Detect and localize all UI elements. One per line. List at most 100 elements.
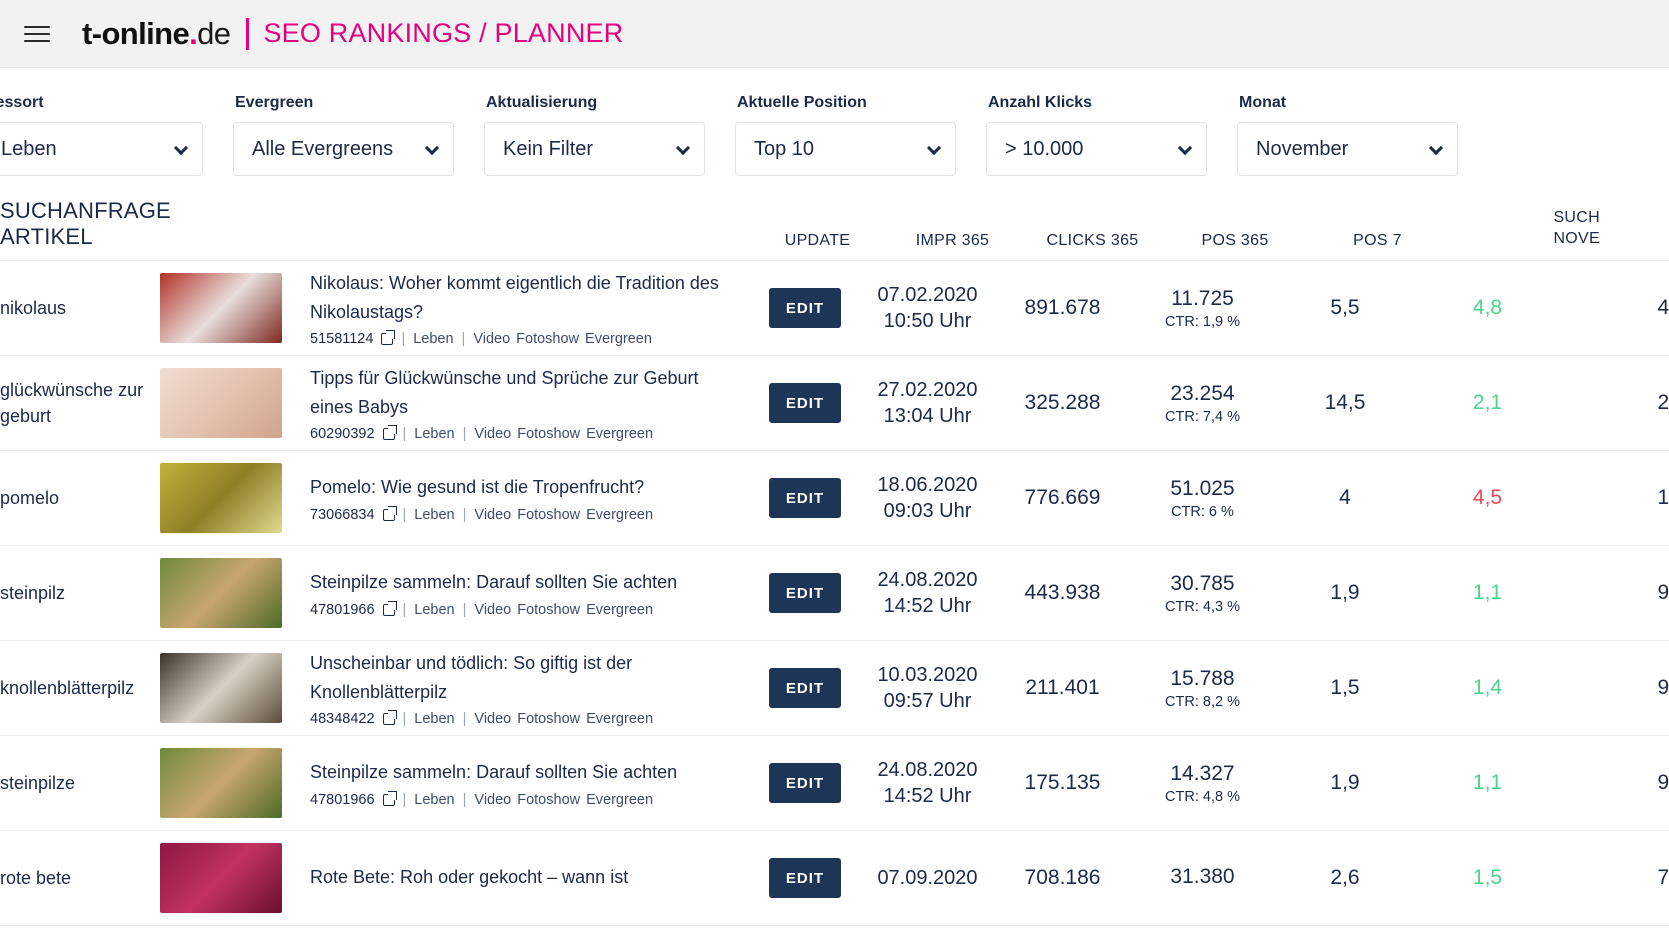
article-id[interactable]: 73066834 [310,507,375,523]
edit-button[interactable]: EDIT [769,763,841,803]
table-row[interactable]: steinpilz Steinpilze sammeln: Darauf soll… [0,546,1669,641]
cell-article: Unscheinbar und tödlich: So giftig ist d… [310,649,750,727]
filter-label: Aktuelle Position [737,94,867,111]
table-row[interactable]: glückwünsche zur geburt Tipps für Glückwü… [0,356,1669,451]
filter-label: Aktualisierung [486,94,598,111]
edit-button[interactable]: EDIT [769,668,841,708]
article-title-link[interactable]: Steinpilze sammeln: Darauf sollten Sie a… [310,568,724,597]
article-id[interactable]: 47801966 [310,602,375,618]
update-time: 09:03 Uhr [883,500,972,522]
external-link-icon[interactable] [382,710,397,726]
clicks-value: 15.788 [1170,666,1235,690]
cell-thumbnail [160,273,310,343]
update-time: 14:52 Uhr [883,785,972,807]
article-ressort: Leben [414,506,455,523]
hamburger-icon[interactable] [24,23,50,45]
edit-button[interactable]: EDIT [769,478,841,518]
article-title-link[interactable]: Unscheinbar und tödlich: So giftig ist d… [310,649,724,707]
cell-article: Nikolaus: Woher kommt eigentlich die Tra… [310,269,750,347]
cell-thumbnail [160,843,310,913]
cell-article: Pomelo: Wie gesund ist die Tropenfrucht?… [310,473,750,522]
cell-search-query: pomelo [0,487,60,508]
article-ressort: Leben [414,791,455,808]
external-link-icon[interactable] [382,425,397,441]
filter-select[interactable]: Top 10 [735,122,956,176]
article-id[interactable]: 48348422 [310,711,375,727]
cell-update: 07.02.2020 10:50 Uhr [860,282,995,334]
table-row[interactable]: steinpilze Steinpilze sammeln: Darauf sol… [0,736,1669,831]
external-link-icon[interactable] [382,790,397,806]
chevron-down-icon [1177,140,1193,156]
article-tag: Evergreen [586,426,654,443]
article-tag: Fotoshow [517,711,581,728]
meta-separator: | [461,331,466,348]
chevron-down-icon [1428,140,1444,156]
cell-position-7: 4,5 [1472,486,1503,509]
clicks-value: 31.380 [1170,864,1235,888]
article-tag: Video [474,791,512,808]
meta-separator: | [462,711,467,728]
brand-name: t-online [82,15,190,51]
meta-separator: | [402,506,407,523]
edit-button[interactable]: EDIT [769,573,841,613]
table-row[interactable]: knollenblätterpilz Unscheinbar und tödlic… [0,641,1669,736]
table-row[interactable]: nikolaus Nikolaus: Woher kommt eigentlich… [0,261,1669,356]
external-link-icon[interactable] [381,330,396,346]
brand-dot: . [189,15,198,51]
filter-select[interactable]: Leben [0,122,203,176]
article-tag: Fotoshow [517,601,581,618]
filter-select[interactable]: Kein Filter [484,122,705,176]
article-tag: Evergreen [586,506,654,523]
article-tag: Video [473,331,511,348]
article-title-link[interactable]: Nikolaus: Woher kommt eigentlich die Tra… [310,269,724,327]
cell-search-query: steinpilze [0,772,76,793]
table-body: nikolaus Nikolaus: Woher kommt eigentlich… [0,261,1669,926]
article-ressort: Leben [414,711,455,728]
article-id[interactable]: 60290392 [310,426,375,442]
cell-edit: EDIT [750,668,860,708]
cell-search-volume: 90.50 [1657,771,1669,794]
cell-article: Steinpilze sammeln: Darauf sollten Sie a… [310,568,750,617]
table-row[interactable]: rote bete Rote Bete: Roh oder gekocht – w… [0,831,1669,926]
column-header-search-volume-line1: SUCH [1553,208,1600,226]
table-row[interactable]: pomelo Pomelo: Wie gesund ist die Tropenf… [0,451,1669,546]
column-header-pos365: POS 365 [1201,232,1269,249]
article-title-link[interactable]: Tipps für Glückwünsche und Sprüche zur G… [310,364,724,422]
cell-thumbnail [160,463,310,533]
article-meta: 48348422 | Leben | Video Fotoshow Evergreen [310,710,724,728]
cell-position-7: 4,8 [1472,296,1503,319]
external-link-icon[interactable] [382,600,397,616]
filter-evergreen: Evergreen Alle Evergreens [233,94,484,176]
filter-selected-value: > 10.000 [1005,137,1084,160]
edit-button[interactable]: EDIT [769,288,841,328]
filter-select[interactable]: November [1237,122,1458,176]
cell-position-7: 2,1 [1472,391,1503,414]
update-date: 07.02.2020 [877,284,978,306]
article-title-link[interactable]: Rote Bete: Roh oder gekocht – wann ist [310,863,724,892]
update-date: 24.08.2020 [877,759,978,781]
cell-impressions-365: 443.938 [1024,581,1101,604]
ctr-value: CTR: 4,3 % [1165,598,1240,615]
cell-edit: EDIT [750,763,860,803]
edit-button[interactable]: EDIT [769,858,841,898]
filter-selected-value: Kein Filter [503,137,594,160]
external-link-icon[interactable] [382,505,397,521]
article-thumbnail [160,843,282,913]
ctr-value: CTR: 8,2 % [1165,693,1240,710]
brand-tld: de [197,15,231,51]
article-title-link[interactable]: Pomelo: Wie gesund ist die Tropenfrucht? [310,473,724,502]
article-id[interactable]: 51581124 [310,331,373,347]
article-tag: Fotoshow [517,791,581,808]
filter-select[interactable]: > 10.000 [986,122,1207,176]
article-title-link[interactable]: Steinpilze sammeln: Darauf sollten Sie a… [310,758,724,787]
cell-clicks-365: 15.788 CTR: 8,2 % [1130,667,1275,710]
filter-select[interactable]: Alle Evergreens [233,122,454,176]
brand-logo[interactable]: t-online.de [82,15,231,52]
cell-search-query: glückwünsche zur geburt [0,379,144,426]
edit-button[interactable]: EDIT [769,383,841,423]
column-header-search-volume-line2: NOVE [1553,230,1600,248]
article-id[interactable]: 47801966 [310,792,375,808]
filter-label: Monat [1239,94,1287,111]
cell-position-365: 1,9 [1330,581,1360,604]
update-date: 18.06.2020 [877,474,978,496]
